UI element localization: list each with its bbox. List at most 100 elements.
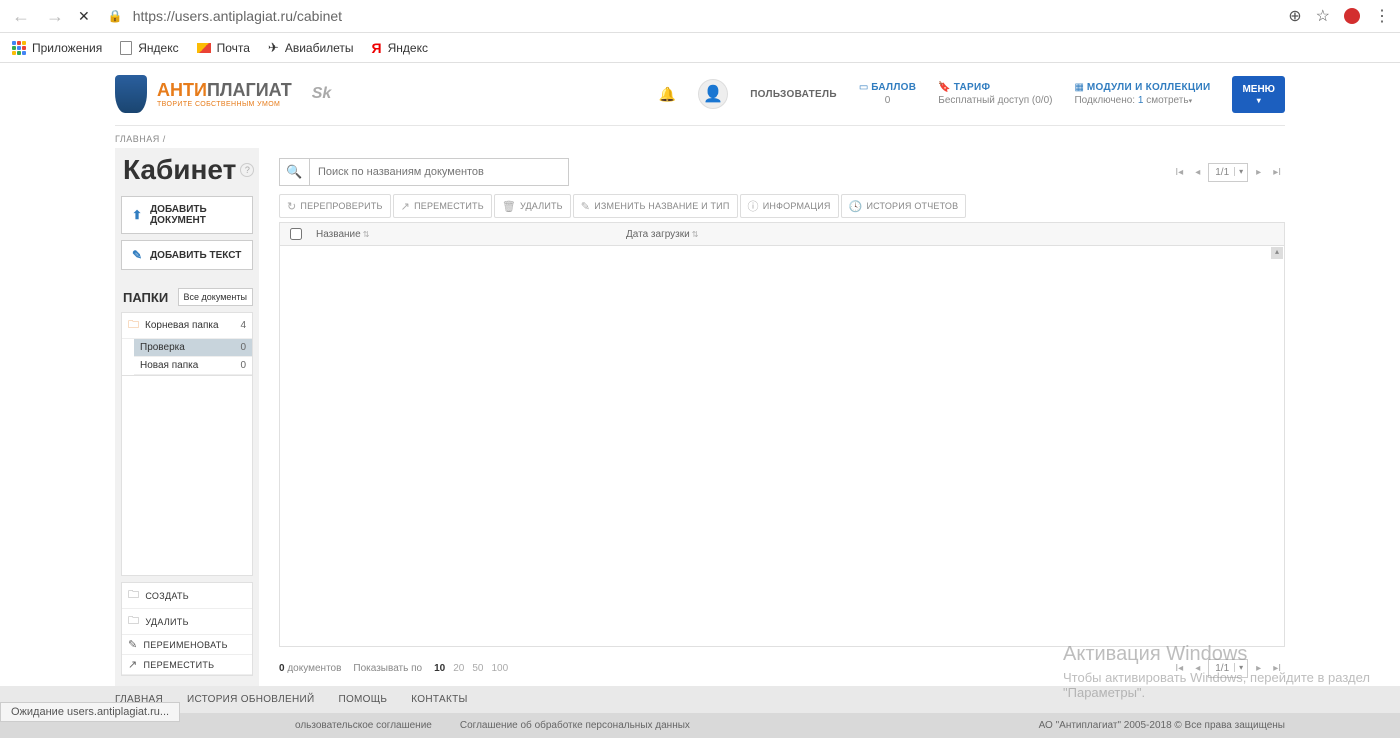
lock-icon: 🔒 bbox=[108, 9, 123, 23]
recheck-button[interactable]: ↻ПЕРЕПРОВЕРИТЬ bbox=[279, 194, 391, 218]
wallet-icon: ▭ bbox=[859, 82, 868, 93]
mail-icon bbox=[197, 43, 211, 53]
sidebar: Кабинет? ⬆ДОБАВИТЬ ДОКУМЕНТ ✎ДОБАВИТЬ ТЕ… bbox=[115, 148, 259, 686]
modules-widget[interactable]: ▦МОДУЛИ И КОЛЛЕКЦИИ Подключено: 1 смотре… bbox=[1074, 82, 1210, 106]
main-panel: 🔍 I◂ ◂ 1/1 ▸ ▸I ↻ПЕРЕПРОВЕРИТЬ ↗ПЕРЕМЕСТ… bbox=[279, 148, 1285, 686]
pagesize-10[interactable]: 10 bbox=[434, 663, 445, 674]
page-title: Кабинет? bbox=[115, 148, 259, 196]
page-size-label: Показывать по bbox=[353, 663, 422, 674]
avatar[interactable]: 👤 bbox=[698, 79, 728, 109]
table-body: ▴ bbox=[280, 246, 1284, 646]
clock-icon: 🕓 bbox=[849, 200, 863, 213]
browser-toolbar: ← → ✕ 🔒 https://users.antiplagiat.ru/cab… bbox=[0, 0, 1400, 33]
move-button[interactable]: ↗ПЕРЕМЕСТИТЬ bbox=[393, 194, 492, 218]
points-widget[interactable]: ▭БАЛЛОВ 0 bbox=[859, 82, 916, 106]
page-next-button-b[interactable]: ▸ bbox=[1252, 660, 1265, 677]
action-toolbar: ↻ПЕРЕПРОВЕРИТЬ ↗ПЕРЕМЕСТИТЬ 🗑УДАЛИТЬ ✎ИЗ… bbox=[279, 194, 1285, 222]
scroll-up-button[interactable]: ▴ bbox=[1271, 247, 1283, 259]
folder-delete-button[interactable]: 🗀УДАЛИТЬ bbox=[122, 609, 252, 635]
forward-button[interactable]: → bbox=[44, 6, 66, 27]
shield-icon bbox=[115, 75, 147, 113]
folder-root[interactable]: 🗀 Корневая папка4 bbox=[122, 313, 252, 339]
arrow-icon: ↗ bbox=[401, 200, 410, 213]
bookmark-mail[interactable]: Почта bbox=[197, 41, 250, 55]
bell-icon[interactable]: 🔔 bbox=[659, 86, 676, 103]
tariff-widget[interactable]: 🔖ТАРИФ Бесплатный доступ (0/0) bbox=[938, 82, 1052, 106]
pagesize-100[interactable]: 100 bbox=[491, 663, 508, 674]
pagesize-50[interactable]: 50 bbox=[472, 663, 483, 674]
bookmark-yandex[interactable]: Яндекс bbox=[120, 41, 178, 55]
star-icon[interactable]: ☆ bbox=[1316, 6, 1330, 26]
info-icon: ⓘ bbox=[748, 198, 759, 214]
info-button[interactable]: ⓘИНФОРМАЦИЯ bbox=[740, 194, 839, 218]
back-button[interactable]: ← bbox=[10, 6, 32, 27]
footer-contacts[interactable]: КОНТАКТЫ bbox=[411, 694, 467, 705]
add-text-button[interactable]: ✎ДОБАВИТЬ ТЕКСТ bbox=[121, 240, 253, 270]
delete-button[interactable]: 🗑УДАЛИТЬ bbox=[494, 194, 571, 218]
column-date[interactable]: Дата загрузки⇅ bbox=[626, 229, 826, 240]
folder-rename-button[interactable]: ✎ПЕРЕИМЕНОВАТЬ bbox=[122, 635, 252, 655]
rename-button[interactable]: ✎ИЗМЕНИТЬ НАЗВАНИЕ И ТИП bbox=[573, 194, 738, 218]
all-documents-button[interactable]: Все документы bbox=[178, 288, 253, 306]
help-icon[interactable]: ? bbox=[240, 163, 254, 177]
page-select[interactable]: 1/1 bbox=[1208, 163, 1248, 182]
folder-move-button[interactable]: ↗ПЕРЕМЕСТИТЬ bbox=[122, 655, 252, 675]
search-box: 🔍 bbox=[279, 158, 569, 186]
folder-create-button[interactable]: 🗀СОЗДАТЬ bbox=[122, 583, 252, 609]
footer-legal: ользовательское соглашение Соглашение об… bbox=[0, 713, 1400, 738]
column-name[interactable]: Название⇅ bbox=[316, 229, 626, 240]
upload-icon: ⬆ bbox=[132, 208, 142, 222]
page-first-button[interactable]: I◂ bbox=[1171, 164, 1187, 181]
breadcrumb[interactable]: ГЛАВНАЯ / bbox=[115, 126, 1285, 148]
trash-icon: 🗑 bbox=[502, 200, 516, 213]
page-first-button-b[interactable]: I◂ bbox=[1171, 660, 1187, 677]
add-document-button[interactable]: ⬆ДОБАВИТЬ ДОКУМЕНТ bbox=[121, 196, 253, 234]
folder-tree: 🗀 Корневая папка4 Проверка0 Новая папка0 bbox=[121, 312, 253, 376]
pagesize-20[interactable]: 20 bbox=[453, 663, 464, 674]
menu-button[interactable]: МЕНЮ▾ bbox=[1232, 76, 1285, 113]
skolkovo-badge: Sk bbox=[312, 85, 332, 103]
page-next-button[interactable]: ▸ bbox=[1252, 164, 1265, 181]
zoom-icon[interactable]: ⊕ bbox=[1288, 6, 1301, 26]
page-last-button-b[interactable]: ▸I bbox=[1269, 660, 1285, 677]
footer-help[interactable]: ПОМОЩЬ bbox=[338, 694, 387, 705]
page-prev-button-b[interactable]: ◂ bbox=[1191, 660, 1204, 677]
folder-new[interactable]: Новая папка0 bbox=[134, 357, 252, 375]
menu-dots-icon[interactable]: ⋮ bbox=[1374, 6, 1390, 26]
history-button[interactable]: 🕓ИСТОРИЯ ОТЧЕТОВ bbox=[841, 194, 967, 218]
text-icon: ✎ bbox=[132, 248, 142, 262]
grid-icon: ▦ bbox=[1074, 82, 1083, 93]
pencil-icon: ✎ bbox=[128, 638, 138, 651]
folder-actions: 🗀СОЗДАТЬ 🗀УДАЛИТЬ ✎ПЕРЕИМЕНОВАТЬ ↗ПЕРЕМЕ… bbox=[121, 582, 253, 676]
stop-button[interactable]: ✕ bbox=[78, 8, 90, 25]
address-bar[interactable]: 🔒 https://users.antiplagiat.ru/cabinet bbox=[102, 8, 1277, 24]
search-input[interactable] bbox=[310, 159, 568, 185]
bookmarks-bar: Приложения Яндекс Почта ✈Авиабилеты ЯЯнд… bbox=[0, 33, 1400, 63]
search-icon[interactable]: 🔍 bbox=[280, 159, 310, 185]
page-size-picker: 10 20 50 100 bbox=[434, 663, 508, 674]
apps-button[interactable]: Приложения bbox=[12, 41, 102, 55]
browser-status: Ожидание users.antiplagiat.ru... bbox=[0, 702, 180, 722]
tag-icon: 🔖 bbox=[938, 82, 950, 93]
edit-icon: ✎ bbox=[581, 200, 590, 213]
page-last-button[interactable]: ▸I bbox=[1269, 164, 1285, 181]
folder-check[interactable]: Проверка0 bbox=[134, 339, 252, 357]
bookmark-avia[interactable]: ✈Авиабилеты bbox=[268, 40, 354, 56]
sort-icon: ⇅ bbox=[692, 230, 699, 239]
user-label[interactable]: ПОЛЬЗОВАТЕЛЬ bbox=[750, 89, 837, 100]
bookmark-yandex2[interactable]: ЯЯндекс bbox=[372, 40, 428, 56]
select-all-checkbox[interactable] bbox=[290, 228, 302, 240]
footer-nav: ГЛАВНАЯ ИСТОРИЯ ОБНОВЛЕНИЙ ПОМОЩЬ КОНТАК… bbox=[0, 686, 1400, 713]
folders-heading: ПАПКИ bbox=[123, 290, 168, 305]
footer-history[interactable]: ИСТОРИЯ ОБНОВЛЕНИЙ bbox=[187, 694, 315, 705]
page-select-b[interactable]: 1/1 bbox=[1208, 659, 1248, 678]
plane-icon: ✈ bbox=[268, 40, 279, 56]
extension-icon[interactable] bbox=[1344, 8, 1360, 24]
pager-bottom: 0 документов Показывать по 10 20 50 100 … bbox=[279, 647, 1285, 686]
folder-icon: 🗀 bbox=[128, 316, 139, 335]
url-text: https://users.antiplagiat.ru/cabinet bbox=[133, 8, 342, 24]
page-prev-button[interactable]: ◂ bbox=[1191, 164, 1204, 181]
logo[interactable]: АНТИПЛАГИАТ ТВОРИТЕ СОБСТВЕННЫМ УМОМ bbox=[115, 75, 292, 113]
page-icon bbox=[120, 41, 132, 55]
documents-table: Название⇅ Дата загрузки⇅ ▴ bbox=[279, 222, 1285, 647]
